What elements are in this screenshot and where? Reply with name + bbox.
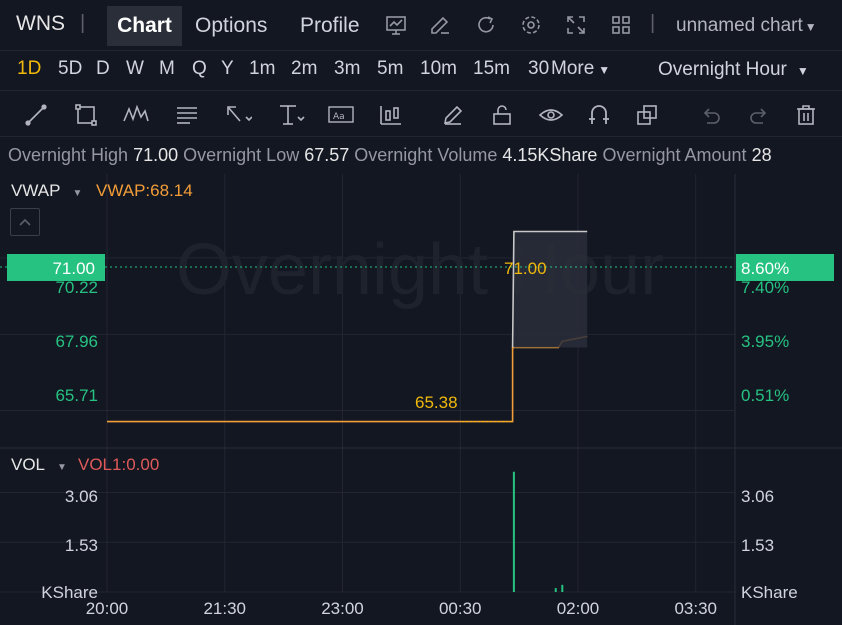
chart-name-label: unnamed chart xyxy=(676,15,803,36)
interval-1d[interactable]: 1D xyxy=(17,58,41,80)
pattern-icon[interactable] xyxy=(121,100,151,130)
undo-icon[interactable] xyxy=(696,100,726,130)
overnight-amount-label: Overnight Amount xyxy=(602,145,747,165)
interval-y[interactable]: Y xyxy=(221,58,234,80)
vol1-value: VOL1:0.00 xyxy=(78,455,160,474)
current-pct-tag: 8.60% xyxy=(741,259,789,278)
trend-line-icon[interactable] xyxy=(21,100,51,130)
brush-icon[interactable] xyxy=(438,100,468,130)
interval-30m[interactable]: 30r xyxy=(528,58,550,80)
rectangle-icon[interactable] xyxy=(71,100,101,130)
time-axis-label: 00:30 xyxy=(439,599,482,618)
session-stats: Overnight High 71.00 Overnight Low 67.57… xyxy=(8,145,772,166)
vol-indicator-selector[interactable]: VOL ▼ xyxy=(11,455,67,475)
left-axis-label: 65.71 xyxy=(55,386,98,405)
settings-icon[interactable] xyxy=(518,12,544,38)
vol-left-axis-label: 3.06 xyxy=(65,487,98,506)
caret-down-icon: ▼ xyxy=(72,188,83,199)
more-label: More xyxy=(551,58,595,79)
text-anchor-icon[interactable] xyxy=(276,100,306,130)
interval-q[interactable]: Q xyxy=(192,58,207,80)
volume-bar xyxy=(554,588,557,592)
chart-name-dropdown[interactable]: unnamed chart ▼ xyxy=(676,15,817,37)
caret-down-icon: ▼ xyxy=(57,462,67,473)
candle-icon[interactable] xyxy=(376,100,406,130)
interval-5d[interactable]: 5D xyxy=(58,58,82,80)
tab-options[interactable]: Options xyxy=(185,6,277,46)
interval-m[interactable]: M xyxy=(159,58,175,80)
caret-down-icon: ▼ xyxy=(796,64,809,78)
watermark-text: Overnight Hour xyxy=(176,230,664,310)
collapse-pane-button[interactable] xyxy=(10,208,40,236)
caret-down-icon: ▼ xyxy=(598,63,611,77)
vol-right-axis-label: 1.53 xyxy=(741,536,774,555)
more-intervals-button[interactable]: More ▼ xyxy=(551,58,610,80)
time-axis-label: 23:00 xyxy=(321,599,364,618)
vol-right-unit: KShare xyxy=(741,583,798,602)
ticker-symbol[interactable]: WNS xyxy=(16,12,65,36)
overnight-volume-value: 4.15KShare xyxy=(502,145,598,165)
caret-down-icon: ▼ xyxy=(804,20,817,34)
chevron-up-icon xyxy=(19,218,31,226)
interval-15m[interactable]: 15m xyxy=(473,58,510,80)
volume-bar xyxy=(561,584,564,592)
refresh-icon[interactable] xyxy=(473,12,499,38)
time-axis: 20:00 21:30 23:00 00:30 02:00 03:30 xyxy=(86,599,717,618)
time-axis-label: 02:00 xyxy=(557,599,600,618)
interval-d[interactable]: D xyxy=(96,58,110,80)
trash-icon[interactable] xyxy=(791,100,821,130)
interval-w[interactable]: W xyxy=(126,58,144,80)
overnight-volume-label: Overnight Volume xyxy=(354,145,498,165)
lock-icon[interactable] xyxy=(487,100,517,130)
high-price-annotation: 71.00 xyxy=(504,259,547,278)
overnight-amount-value: 28 xyxy=(751,145,772,165)
vol-left-axis-label: 1.53 xyxy=(65,536,98,555)
overnight-high-label: Overnight High xyxy=(8,145,129,165)
price-chart[interactable]: Overnight Hour 70.22 67.96 65.71 7.40% 3… xyxy=(0,174,842,625)
low-price-annotation: 65.38 xyxy=(415,393,458,412)
volume-series xyxy=(512,471,564,592)
overnight-low-label: Overnight Low xyxy=(183,145,300,165)
tab-profile[interactable]: Profile xyxy=(290,6,370,46)
session-label: Overnight Hour xyxy=(658,59,787,80)
copy-icon[interactable] xyxy=(632,100,662,130)
tab-chart[interactable]: Chart xyxy=(107,6,182,46)
vwap-indicator-selector[interactable]: VWAP ▼ xyxy=(11,181,82,201)
fib-icon[interactable] xyxy=(172,100,202,130)
draw-edit-icon[interactable] xyxy=(427,12,453,38)
redo-icon[interactable] xyxy=(744,100,774,130)
magnet-icon[interactable] xyxy=(584,100,614,130)
volume-bar xyxy=(512,471,515,592)
vwap-value: VWAP:68.14 xyxy=(96,181,193,200)
interval-1m[interactable]: 1m xyxy=(249,58,275,80)
interval-2m[interactable]: 2m xyxy=(291,58,317,80)
indicators-icon[interactable] xyxy=(383,12,409,38)
separator: | xyxy=(80,12,86,34)
price-area-fill xyxy=(513,231,588,348)
text-box-icon[interactable]: Aa xyxy=(326,100,356,130)
time-axis-label: 20:00 xyxy=(86,599,129,618)
vol-right-axis-label: 3.06 xyxy=(741,487,774,506)
time-axis-label: 21:30 xyxy=(203,599,246,618)
session-select[interactable]: Overnight Hour ▼ xyxy=(658,59,809,81)
overnight-high-value: 71.00 xyxy=(133,145,179,165)
arrow-icon[interactable] xyxy=(223,100,253,130)
svg-text:Aa: Aa xyxy=(333,112,345,122)
layout-grid-icon[interactable] xyxy=(608,12,634,38)
overnight-low-value: 67.57 xyxy=(304,145,350,165)
time-axis-label: 03:30 xyxy=(674,599,717,618)
fullscreen-icon[interactable] xyxy=(563,12,589,38)
interval-3m[interactable]: 3m xyxy=(334,58,360,80)
left-axis-label: 67.96 xyxy=(55,332,98,351)
separator: | xyxy=(650,12,656,34)
vwap-label: VWAP xyxy=(11,181,61,200)
vol-label: VOL xyxy=(11,455,46,474)
eye-icon[interactable] xyxy=(536,100,566,130)
interval-10m[interactable]: 10m xyxy=(420,58,457,80)
right-axis-label: 3.95% xyxy=(741,332,789,351)
vwap-line xyxy=(107,335,588,423)
interval-5m[interactable]: 5m xyxy=(377,58,403,80)
current-price-tag: 71.00 xyxy=(52,259,95,278)
right-axis-label: 0.51% xyxy=(741,386,789,405)
